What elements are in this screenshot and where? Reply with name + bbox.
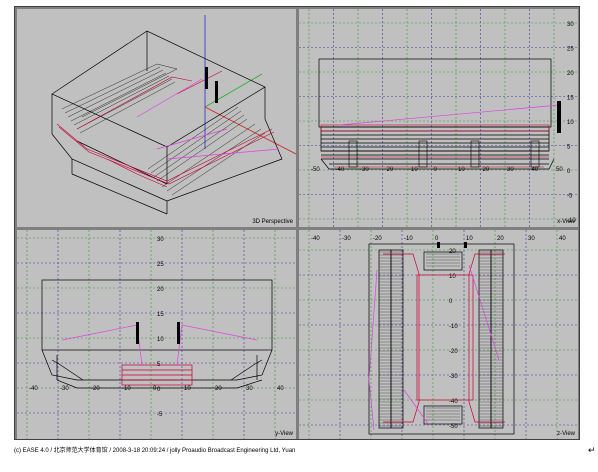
return-arrow-icon: ↵ [588, 445, 596, 455]
status-bar: (c) EASE 4.0 / 北京师范大学体育馆 / 2008-3-18 20:… [14, 448, 296, 454]
v-tick-label: 20 [157, 287, 164, 293]
v-tick-label: 30 [157, 237, 164, 243]
z-view-canvas: -40 -30 -20 -10 0 10 20 30 4020100-10-20-30-40-5… [299, 230, 578, 439]
z-view-grid: -40 -30 -20 -10 0 10 20 30 4020100-10-20-30-40-5… [299, 230, 578, 439]
z-view-loudspeakers [437, 242, 467, 248]
y-view-canvas: -40 -30 -20 -10 0 10 20 30 40302520151050-5 [17, 230, 296, 439]
z-view-sightlines [368, 264, 500, 431]
v-tick-label: 15 [157, 312, 164, 318]
v-tick-label: 5 [567, 145, 571, 151]
x-axis-line [204, 106, 296, 155]
v-tick-label: 15 [567, 96, 574, 102]
h-tick-label: -50 [311, 167, 320, 173]
h-tick-label: -10 [409, 167, 418, 173]
perspective-viewport[interactable]: 3D Perspective [17, 9, 296, 227]
h-tick-label: -30 [342, 236, 351, 242]
x-view-sightline [338, 104, 560, 126]
h-tick-label: 30 [246, 386, 253, 392]
z-view-viewport[interactable]: -40 -30 -20 -10 0 10 20 30 40 20 10 0 -10 -20 -30 -40 -5… [299, 230, 578, 439]
h-tick-label: 30 [507, 167, 514, 173]
x-view-hall-section [318, 58, 555, 170]
h-tick-label: 20 [497, 236, 504, 242]
h-tick-label: 20 [483, 167, 490, 173]
v-tick-label: 30 [567, 22, 574, 28]
y-view-viewport[interactable]: -40 -30 -20 -10 0 10 20 30 40 30 25 20 15 10 5 0 -5 [17, 230, 296, 439]
h-tick-label: 50 [556, 167, 563, 173]
y-view-grid: -40 -30 -20 -10 0 10 20 30 40302520151050-5 [17, 230, 296, 439]
v-tick-label: 10 [157, 337, 164, 343]
h-tick-label: 40 [532, 167, 539, 173]
h-tick-label: 40 [277, 386, 284, 392]
h-tick-label: -20 [91, 386, 100, 392]
h-tick-label: -40 [311, 236, 320, 242]
h-tick-label: 40 [559, 236, 566, 242]
h-tick-label: 0 [435, 236, 439, 242]
h-tick-label: -20 [373, 236, 382, 242]
loudspeaker-clusters [205, 67, 218, 103]
h-tick-label: 20 [215, 386, 222, 392]
ease-window: 3D Perspective -50 -40 -30 -20 -10 0 10 20 30 40 5… [14, 6, 580, 440]
x-view-label: x-View [557, 219, 575, 225]
v-tick-label: 20 [567, 71, 574, 77]
h-tick-label: 10 [184, 386, 191, 392]
x-view-canvas: -50 -40 -30 -20 -10 0 10 20 30 40 50302520151050-5… [299, 9, 578, 227]
z-view-label: z-View [557, 431, 575, 437]
v-tick-label: 25 [157, 262, 164, 268]
y-view-hall-section [41, 279, 273, 389]
v-tick-label: 0 [567, 169, 571, 175]
v-tick-label: -30 [449, 374, 458, 380]
perspective-label: 3D Perspective [252, 219, 293, 225]
h-tick-label: -10 [404, 236, 413, 242]
h-tick-label: -40 [29, 386, 38, 392]
h-tick-label: -10 [122, 386, 131, 392]
h-tick-label: 10 [466, 236, 473, 242]
hall-wireframe [51, 30, 283, 215]
perspective-canvas [51, 15, 296, 215]
v-tick-label: -5 [567, 194, 573, 200]
y-view-label: y-View [275, 431, 293, 437]
h-tick-label: 30 [528, 236, 535, 242]
x-view-viewport[interactable]: -50 -40 -30 -20 -10 0 10 20 30 40 50 30 25 20 15 10 5 0 -5… [299, 9, 578, 227]
x-view-vomitories [348, 140, 540, 168]
h-tick-label: -30 [360, 167, 369, 173]
v-tick-label: -5 [157, 412, 163, 418]
y-view-stage [121, 364, 193, 386]
y-view-sightlines [61, 324, 258, 366]
x-view-grid: -50 -40 -30 -20 -10 0 10 20 30 40 50302520151050-5… [299, 9, 578, 227]
v-tick-label: 25 [567, 47, 574, 53]
x-view-loudspeaker [557, 101, 561, 133]
seating-tiers [61, 63, 266, 196]
h-tick-label: -30 [60, 386, 69, 392]
v-tick-label: -50 [449, 424, 458, 430]
v-tick-label: -20 [449, 349, 458, 355]
v-tick-label: -10 [449, 324, 458, 330]
v-tick-label: 10 [567, 120, 574, 126]
y-axis-line [204, 73, 263, 108]
z-view-highlight [383, 253, 505, 423]
h-tick-label: -20 [385, 167, 394, 173]
h-tick-label: -40 [336, 167, 345, 173]
highlight-edges [56, 70, 275, 188]
h-tick-label: 10 [458, 167, 465, 173]
